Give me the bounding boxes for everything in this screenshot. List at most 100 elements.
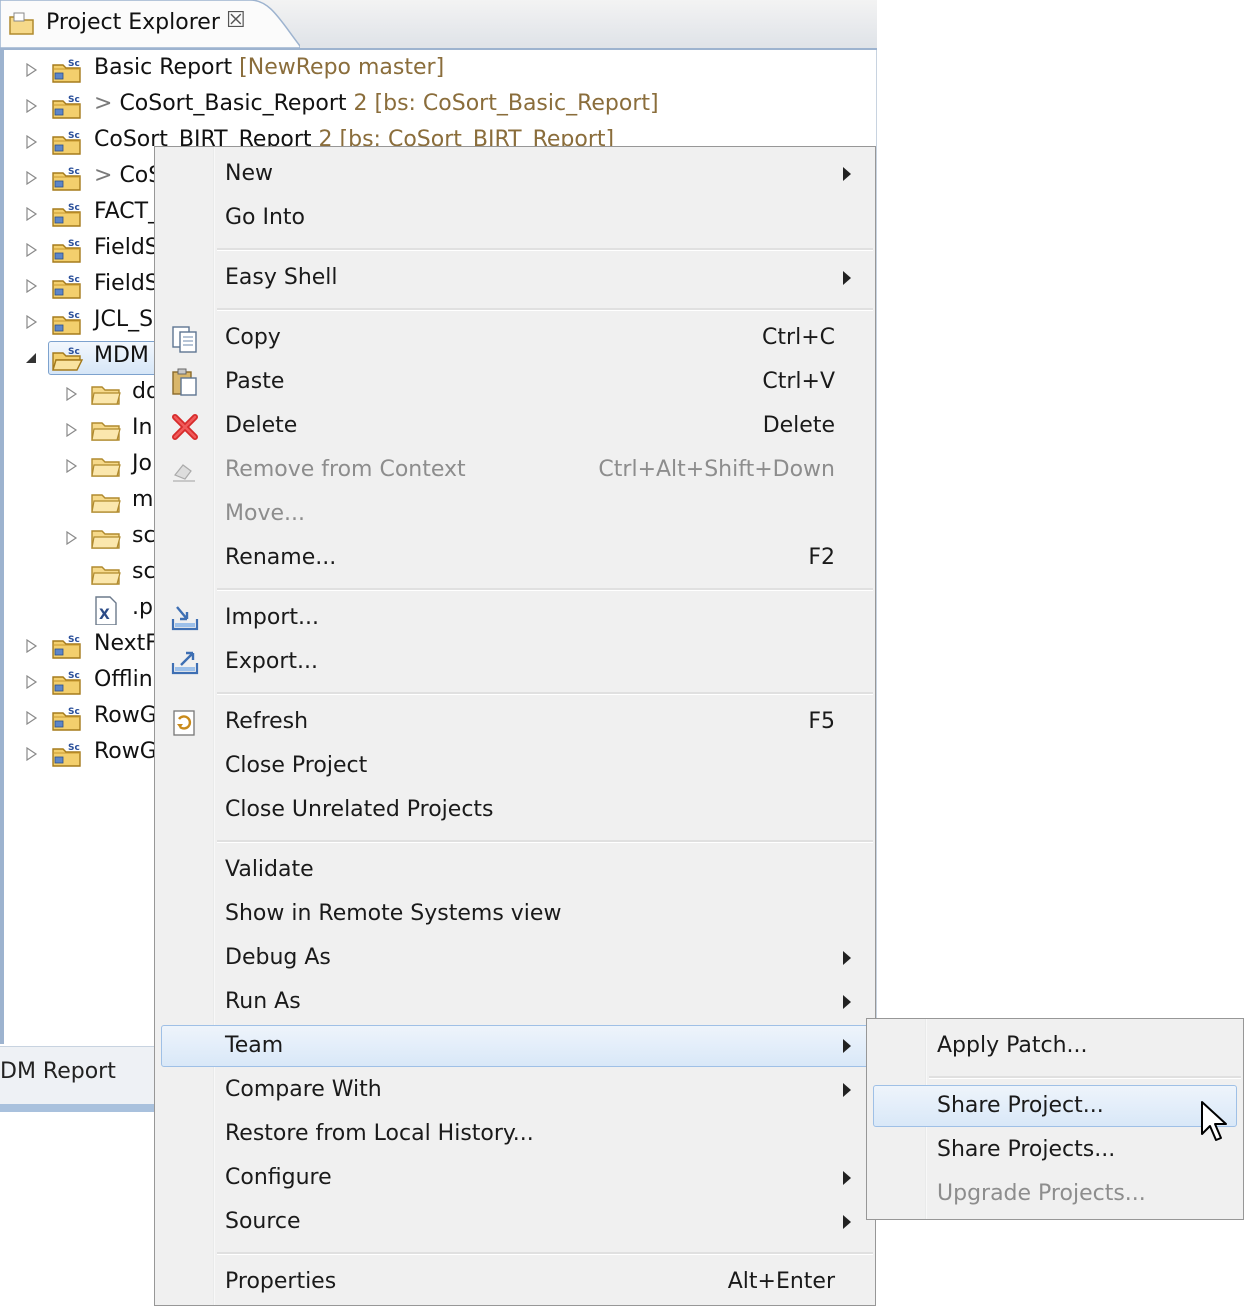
menu-item-label: New xyxy=(225,161,273,186)
tree-row-label: RowG xyxy=(94,703,157,728)
tree-row-label: > CoSort_Basic_Report 2 [bs: CoSort_Basi… xyxy=(94,91,659,116)
menu-item-show-in-remote-systems-view[interactable]: Show in Remote Systems view xyxy=(159,893,871,935)
menu-item-refresh[interactable]: Refresh F5 xyxy=(159,701,871,743)
menu-item-export[interactable]: Export... xyxy=(159,641,871,683)
expand-arrow-icon[interactable] xyxy=(26,171,38,185)
menu-item-label: Show in Remote Systems view xyxy=(225,901,562,926)
menu-item-restore-from-local-history[interactable]: Restore from Local History... xyxy=(159,1113,871,1155)
menu-item-share-projects[interactable]: Share Projects... xyxy=(871,1129,1239,1171)
svg-text:Sc: Sc xyxy=(68,743,80,753)
expand-arrow-icon[interactable] xyxy=(26,675,38,689)
menu-item-delete[interactable]: Delete Delete xyxy=(159,405,871,447)
project-name: MDM xyxy=(94,343,149,368)
menu-item-shortcut: Ctrl+V xyxy=(762,369,835,394)
expand-arrow-icon[interactable] xyxy=(26,315,38,329)
folder-icon xyxy=(91,386,121,405)
dirty-marker: > xyxy=(94,91,120,116)
bottom-view-area xyxy=(0,1112,155,1306)
project-icon: Sc xyxy=(52,707,81,731)
menu-item-label: Go Into xyxy=(225,205,306,230)
folder-icon xyxy=(91,458,121,477)
menu-item-label: Validate xyxy=(225,857,314,882)
menu-item-close-project[interactable]: Close Project xyxy=(159,745,871,787)
tree-row-label: NextF xyxy=(94,631,158,656)
paste-icon xyxy=(172,368,197,396)
menu-item-label: Share Project... xyxy=(937,1093,1104,1118)
menu-item-properties[interactable]: Properties Alt+Enter xyxy=(159,1261,871,1303)
submenu-arrow-icon xyxy=(843,1171,851,1185)
svg-text:Sc: Sc xyxy=(68,707,80,717)
menu-item-configure[interactable]: Configure xyxy=(159,1157,871,1199)
expand-arrow-icon[interactable] xyxy=(26,639,38,653)
menu-item-label: Close Project xyxy=(225,753,368,778)
menu-item-shortcut: Ctrl+C xyxy=(762,325,835,350)
menu-separator xyxy=(217,588,873,591)
copy-icon xyxy=(172,326,197,353)
menu-item-copy[interactable]: Copy Ctrl+C xyxy=(159,317,871,359)
expand-arrow-icon[interactable] xyxy=(26,279,38,293)
tree-row-label: Offlin xyxy=(94,667,153,692)
project-icon: Sc xyxy=(52,59,81,83)
project-explorer-tab[interactable]: Project Explorer ☒ xyxy=(0,0,300,48)
tree-row[interactable]: Sc Basic Report [NewRepo master] xyxy=(4,53,874,87)
menu-item-validate[interactable]: Validate xyxy=(159,849,871,891)
tree-row[interactable]: Sc > CoSort_Basic_Report 2 [bs: CoSort_Ba… xyxy=(4,89,874,123)
dirty-marker: > xyxy=(94,163,120,188)
submenu-arrow-icon xyxy=(843,271,851,285)
menu-separator xyxy=(217,692,873,695)
menu-item-label: Properties xyxy=(225,1269,337,1294)
submenu-arrow-icon xyxy=(843,1039,851,1053)
menu-item-apply-patch[interactable]: Apply Patch... xyxy=(871,1025,1239,1067)
menu-item-team[interactable]: Team xyxy=(159,1025,871,1067)
menu-item-source[interactable]: Source xyxy=(159,1201,871,1243)
close-icon[interactable]: ☒ xyxy=(226,8,246,33)
bottom-view-tab[interactable]: DM Report xyxy=(0,1046,155,1107)
view-title: Project Explorer xyxy=(46,10,220,35)
svg-text:Sc: Sc xyxy=(68,131,80,141)
project-icon: Sc xyxy=(52,239,81,263)
menu-item-label: Remove from Context xyxy=(225,457,466,482)
menu-item-import[interactable]: Import... xyxy=(159,597,871,639)
menu-item-go-into[interactable]: Go Into xyxy=(159,197,871,239)
menu-item-rename[interactable]: Rename... F2 xyxy=(159,537,871,579)
menu-item-compare-with[interactable]: Compare With xyxy=(159,1069,871,1111)
menu-item-label: Apply Patch... xyxy=(937,1033,1088,1058)
expand-arrow-icon[interactable] xyxy=(26,243,38,257)
expand-arrow-icon[interactable] xyxy=(66,423,78,437)
menu-item-label: Configure xyxy=(225,1165,332,1190)
expand-arrow-icon[interactable] xyxy=(26,135,38,149)
menu-item-close-unrelated-projects[interactable]: Close Unrelated Projects xyxy=(159,789,871,831)
menu-item-label: Easy Shell xyxy=(225,265,338,290)
expand-arrow-icon[interactable] xyxy=(26,99,38,113)
tree-row-label: FieldS xyxy=(94,271,159,296)
expand-arrow-icon[interactable] xyxy=(66,387,78,401)
submenu-arrow-icon xyxy=(843,167,851,181)
project-name: Offlin xyxy=(94,667,153,692)
expand-arrow-icon[interactable] xyxy=(26,207,38,221)
submenu-arrow-icon xyxy=(843,951,851,965)
expand-arrow-icon[interactable] xyxy=(66,459,78,473)
menu-separator xyxy=(217,308,873,311)
menu-item-label: Paste xyxy=(225,369,285,394)
expand-arrow-icon[interactable] xyxy=(26,747,38,761)
view-tab-bar: Project Explorer ☒ xyxy=(0,0,877,50)
menu-item-debug-as[interactable]: Debug As xyxy=(159,937,871,979)
folder-icon xyxy=(91,422,121,441)
svg-text:Sc: Sc xyxy=(68,239,80,249)
menu-item-share-project[interactable]: Share Project... xyxy=(871,1085,1239,1127)
menu-item-paste[interactable]: Paste Ctrl+V xyxy=(159,361,871,403)
menu-item-easy-shell[interactable]: Easy Shell xyxy=(159,257,871,299)
folder-icon xyxy=(9,12,34,35)
expand-arrow-icon[interactable] xyxy=(26,63,38,77)
expand-arrow-icon[interactable] xyxy=(66,531,78,545)
context-menu: New Go Into Easy Shell Copy Ctrl+C Paste Ctrl+… xyxy=(154,146,876,1306)
project-icon: Sc xyxy=(52,95,81,119)
project-name: Basic Report xyxy=(94,55,233,80)
svg-text:Sc: Sc xyxy=(68,635,80,645)
menu-item-run-as[interactable]: Run As xyxy=(159,981,871,1023)
folder-icon xyxy=(91,530,121,549)
menu-item-new[interactable]: New xyxy=(159,153,871,195)
menu-item-label: Team xyxy=(225,1033,284,1058)
expand-arrow-icon[interactable] xyxy=(26,711,38,725)
collapse-arrow-icon[interactable] xyxy=(26,351,38,365)
